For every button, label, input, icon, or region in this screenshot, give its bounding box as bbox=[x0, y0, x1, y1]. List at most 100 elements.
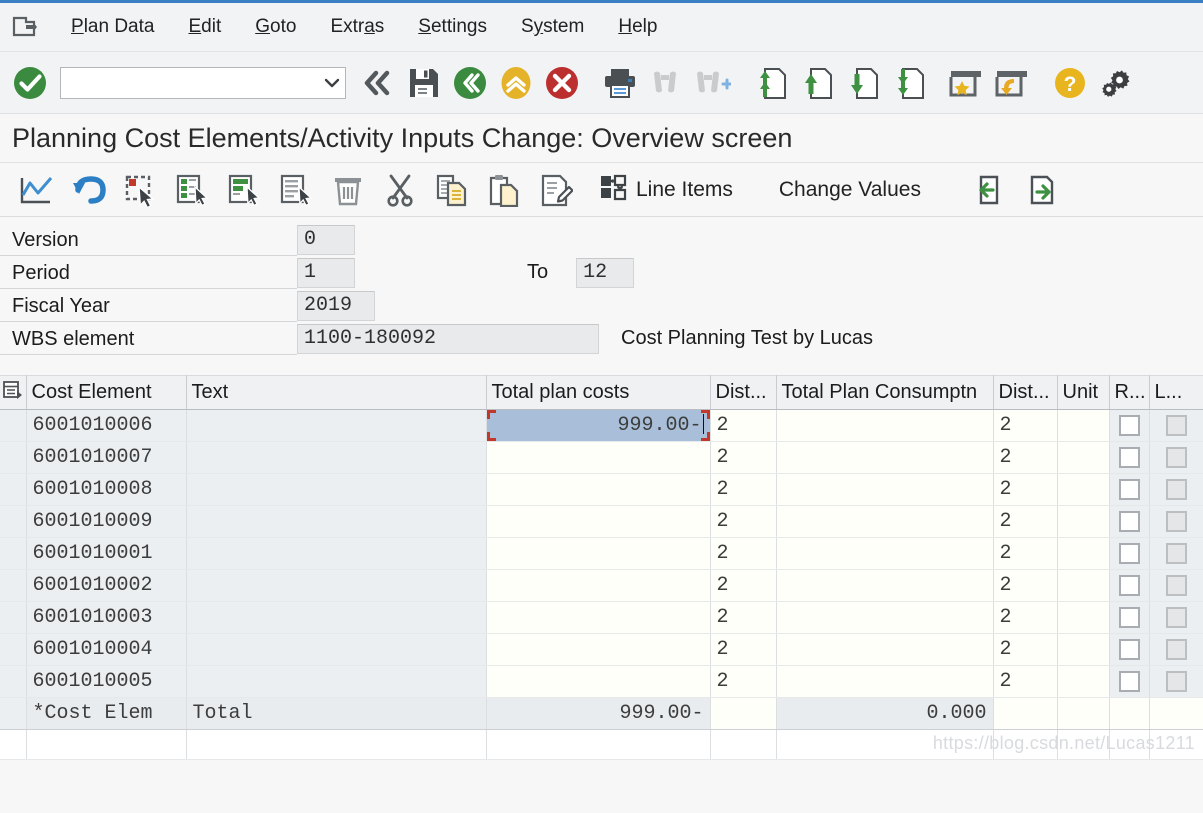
command-field[interactable] bbox=[60, 66, 346, 99]
back-chevrons-icon[interactable] bbox=[356, 60, 400, 106]
period-to-input[interactable] bbox=[576, 257, 635, 288]
cell-text[interactable] bbox=[186, 601, 487, 634]
cell-dist-1[interactable]: 2 bbox=[710, 601, 777, 634]
col-header-dist-2[interactable]: Dist... bbox=[993, 375, 1058, 410]
cell-r-checkbox[interactable] bbox=[1109, 441, 1150, 474]
cell-dist-2[interactable]: 2 bbox=[993, 409, 1058, 442]
menu-system[interactable]: System bbox=[504, 13, 601, 41]
col-header-l[interactable]: L... bbox=[1149, 375, 1203, 410]
cell-l-checkbox[interactable] bbox=[1149, 441, 1203, 474]
r-checkbox[interactable] bbox=[1118, 479, 1140, 500]
cell-total-plan-consumptn[interactable] bbox=[776, 601, 994, 634]
cell-total-plan-costs[interactable] bbox=[486, 537, 711, 570]
cell-total-plan-consumptn[interactable] bbox=[776, 409, 994, 442]
col-header-r[interactable]: R... bbox=[1109, 375, 1150, 410]
cell-text[interactable] bbox=[186, 537, 487, 570]
version-input[interactable] bbox=[297, 224, 355, 255]
cell-cost-element[interactable]: 6001010006 bbox=[26, 409, 187, 442]
row-selector-cell[interactable] bbox=[0, 473, 27, 506]
cell-r-checkbox[interactable] bbox=[1109, 537, 1150, 570]
cell-dist-1[interactable]: 2 bbox=[710, 505, 777, 538]
r-checkbox[interactable] bbox=[1118, 671, 1140, 692]
period-from-input[interactable] bbox=[297, 257, 355, 288]
cell-dist-1[interactable]: 2 bbox=[710, 441, 777, 474]
cell-dist-2[interactable]: 2 bbox=[993, 633, 1058, 666]
command-input[interactable] bbox=[61, 68, 319, 97]
cell-total-plan-costs[interactable] bbox=[486, 505, 711, 538]
total-dist-2[interactable] bbox=[993, 697, 1058, 730]
cell-unit[interactable] bbox=[1057, 633, 1110, 666]
table-row[interactable]: 6001010008 2 2 bbox=[0, 473, 1203, 506]
exit-yellow-icon[interactable] bbox=[494, 60, 538, 106]
cell-l-checkbox[interactable] bbox=[1149, 537, 1203, 570]
cell-text[interactable] bbox=[186, 505, 487, 538]
row-selector-cell[interactable] bbox=[0, 697, 27, 730]
cell-text[interactable] bbox=[186, 409, 487, 442]
col-header-total-plan-costs[interactable]: Total plan costs bbox=[486, 375, 711, 410]
blank-cell[interactable] bbox=[486, 729, 711, 760]
cell-unit[interactable] bbox=[1057, 665, 1110, 698]
col-header-cost-element[interactable]: Cost Element bbox=[26, 375, 187, 410]
cell-l-checkbox[interactable] bbox=[1149, 409, 1203, 442]
cell-l-checkbox[interactable] bbox=[1149, 665, 1203, 698]
cell-dist-2[interactable]: 2 bbox=[993, 665, 1058, 698]
total-unit[interactable] bbox=[1057, 697, 1110, 730]
cell-total-plan-costs[interactable] bbox=[486, 633, 711, 666]
cell-l-checkbox[interactable] bbox=[1149, 601, 1203, 634]
sap-session-icon[interactable] bbox=[8, 12, 42, 42]
cell-total-plan-consumptn[interactable] bbox=[776, 473, 994, 506]
table-row[interactable]: 6001010003 2 2 bbox=[0, 601, 1203, 634]
cell-unit[interactable] bbox=[1057, 473, 1110, 506]
cell-total-plan-consumptn[interactable] bbox=[776, 505, 994, 538]
row-selector-cell[interactable] bbox=[0, 505, 27, 538]
cell-total-plan-costs[interactable] bbox=[486, 473, 711, 506]
menu-settings[interactable]: Settings bbox=[401, 13, 504, 41]
next-page-icon[interactable] bbox=[840, 60, 884, 106]
cell-unit[interactable] bbox=[1057, 601, 1110, 634]
total-text-label[interactable]: Total bbox=[186, 697, 487, 730]
r-checkbox[interactable] bbox=[1118, 575, 1140, 596]
previous-page-icon[interactable] bbox=[794, 60, 838, 106]
r-checkbox[interactable] bbox=[1118, 639, 1140, 660]
r-checkbox[interactable] bbox=[1118, 415, 1140, 436]
cell-r-checkbox[interactable] bbox=[1109, 633, 1150, 666]
cell-r-checkbox[interactable] bbox=[1109, 409, 1150, 442]
row-selector-cell[interactable] bbox=[0, 665, 27, 698]
help-icon[interactable]: ? bbox=[1048, 60, 1092, 106]
cell-dist-2[interactable]: 2 bbox=[993, 505, 1058, 538]
cell-dist-2[interactable]: 2 bbox=[993, 537, 1058, 570]
cell-l-checkbox[interactable] bbox=[1149, 633, 1203, 666]
cell-total-plan-costs[interactable] bbox=[486, 441, 711, 474]
table-row[interactable]: 6001010004 2 2 bbox=[0, 633, 1203, 666]
total-dist-1[interactable] bbox=[710, 697, 777, 730]
cell-unit[interactable] bbox=[1057, 569, 1110, 602]
cell-l-checkbox[interactable] bbox=[1149, 569, 1203, 602]
create-session-icon[interactable] bbox=[944, 60, 988, 106]
cell-text[interactable] bbox=[186, 665, 487, 698]
print-icon[interactable] bbox=[598, 60, 642, 106]
wbs-element-input[interactable] bbox=[297, 323, 599, 354]
cell-r-checkbox[interactable] bbox=[1109, 505, 1150, 538]
cell-total-plan-consumptn[interactable] bbox=[776, 569, 994, 602]
row-selector-cell[interactable] bbox=[0, 441, 27, 474]
cell-dist-1[interactable]: 2 bbox=[710, 569, 777, 602]
cell-dist-1[interactable]: 2 bbox=[710, 473, 777, 506]
row-selector-cell[interactable] bbox=[0, 633, 27, 666]
blank-cell[interactable] bbox=[0, 729, 27, 760]
cell-total-plan-costs[interactable] bbox=[486, 569, 711, 602]
cell-total-plan-consumptn[interactable] bbox=[776, 537, 994, 570]
cell-dist-1[interactable]: 2 bbox=[710, 633, 777, 666]
cell-cost-element[interactable]: 6001010002 bbox=[26, 569, 187, 602]
last-page-icon[interactable] bbox=[886, 60, 930, 106]
cell-cost-element[interactable]: 6001010008 bbox=[26, 473, 187, 506]
cell-r-checkbox[interactable] bbox=[1109, 473, 1150, 506]
select-column-icon[interactable] bbox=[166, 166, 218, 214]
cell-dist-2[interactable]: 2 bbox=[993, 601, 1058, 634]
menu-extras[interactable]: Extras bbox=[313, 13, 401, 41]
enter-green-check-icon[interactable] bbox=[8, 60, 52, 106]
change-values-button[interactable]: Change Values bbox=[771, 166, 929, 214]
cell-unit[interactable] bbox=[1057, 409, 1110, 442]
cell-cost-element[interactable]: 6001010007 bbox=[26, 441, 187, 474]
cell-unit[interactable] bbox=[1057, 441, 1110, 474]
trend-chart-icon[interactable] bbox=[10, 166, 62, 214]
